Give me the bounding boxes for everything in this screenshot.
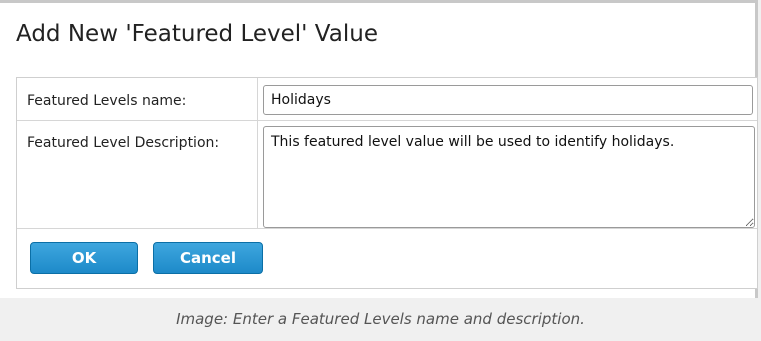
featured-level-description-textarea[interactable]: This featured level value will be used t… [263,126,755,228]
image-caption: Image: Enter a Featured Levels name and … [176,310,585,328]
featured-levels-name-input[interactable] [263,85,753,115]
row-divider [17,120,757,121]
row-divider [17,228,757,229]
column-divider [257,78,258,228]
cancel-button[interactable]: Cancel [153,242,263,274]
ok-button[interactable]: OK [30,242,138,274]
add-featured-level-dialog: Add New 'Featured Level' Value Featured … [0,0,758,298]
featured-level-description-label: Featured Level Description: [27,135,220,151]
dialog-title: Add New 'Featured Level' Value [16,21,378,47]
featured-levels-name-label: Featured Levels name: [27,93,187,109]
form-panel: Featured Levels name: Featured Level Des… [16,77,758,289]
